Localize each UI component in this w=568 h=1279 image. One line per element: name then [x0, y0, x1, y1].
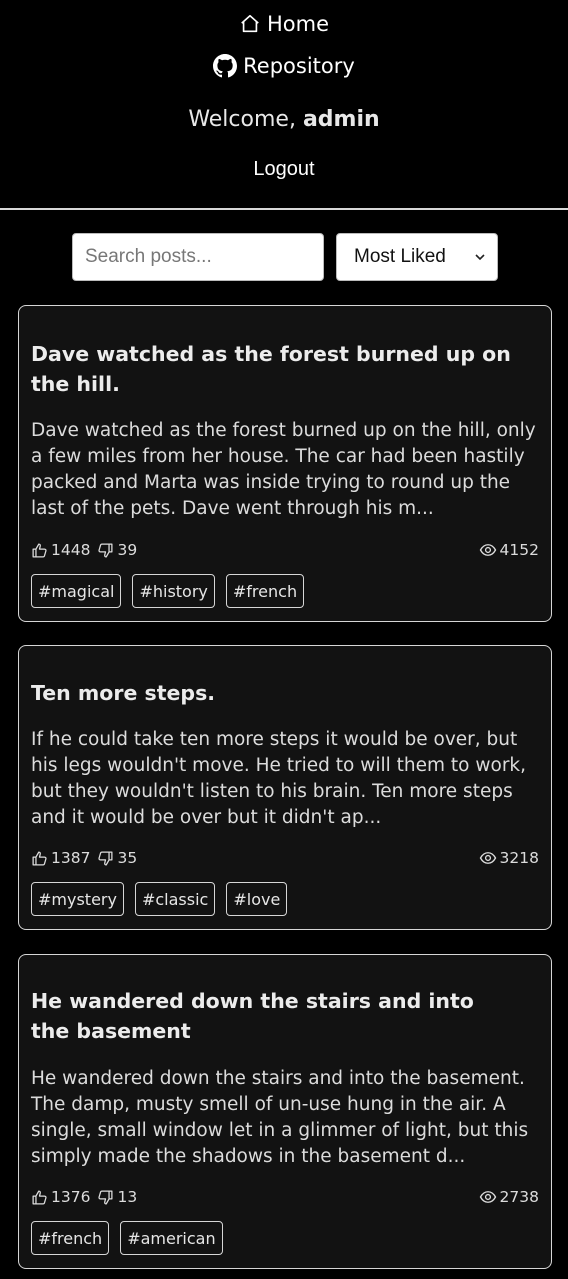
eye-icon: [479, 1191, 496, 1203]
username: admin: [302, 107, 380, 132]
eye-icon: [479, 852, 496, 864]
thumbs-down-icon[interactable]: [97, 1189, 114, 1206]
post-controls: Most Liked: [72, 233, 498, 281]
post-tags: #magical #history #french: [31, 574, 305, 608]
sort-select[interactable]: Most Liked: [336, 233, 498, 281]
post-card[interactable]: He wandered down the stairs and into the…: [18, 954, 552, 1269]
tag-chip[interactable]: #american: [120, 1221, 223, 1255]
thumbs-down-icon[interactable]: [97, 850, 114, 867]
tag-chip[interactable]: #classic: [134, 882, 216, 916]
post-stats: 1448 39 4152: [31, 541, 539, 559]
view-count: 4152: [499, 541, 539, 559]
post-card[interactable]: Dave watched as the forest burned up on …: [18, 305, 552, 622]
post-tags: #french #american: [31, 1221, 223, 1255]
view-count: 2738: [499, 1188, 539, 1206]
tag-chip[interactable]: #magical: [31, 574, 122, 608]
tag-chip[interactable]: #french: [225, 574, 305, 608]
search-input[interactable]: [72, 233, 324, 281]
like-count: 1448: [51, 541, 91, 559]
nav-repository-label: Repository: [243, 54, 355, 78]
thumbs-up-icon[interactable]: [31, 542, 48, 559]
logout-button[interactable]: Logout: [0, 158, 568, 181]
like-count: 1387: [51, 849, 91, 867]
post-stats: 1376 13 2738: [31, 1188, 539, 1206]
post-stats: 1387 35 3218: [31, 849, 539, 867]
post-title[interactable]: He wandered down the stairs and into the…: [31, 986, 511, 1046]
tag-chip[interactable]: #love: [226, 882, 288, 916]
post-title[interactable]: Ten more steps.: [31, 678, 511, 708]
nav-home-label: Home: [266, 12, 329, 36]
tag-chip[interactable]: #french: [31, 1221, 110, 1255]
sort-select-value: Most Liked: [354, 246, 446, 267]
view-count: 3218: [499, 849, 539, 867]
chevron-down-icon: [475, 254, 485, 261]
home-icon: [241, 14, 259, 33]
post-excerpt: He wandered down the stairs and into the…: [31, 1068, 529, 1167]
nav-home-link[interactable]: Home: [0, 12, 568, 36]
thumbs-down-icon[interactable]: [97, 542, 114, 559]
dislike-count: 39: [117, 541, 138, 559]
post-tags: #mystery #classic #love: [31, 882, 288, 916]
site-header: Home Repository Welcome, admin Logout: [0, 0, 568, 210]
eye-icon: [479, 544, 496, 556]
tag-chip[interactable]: #mystery: [31, 882, 124, 916]
welcome-message: Welcome, admin: [0, 107, 568, 132]
welcome-prefix: Welcome,: [188, 107, 296, 132]
like-count: 1376: [51, 1188, 91, 1206]
thumbs-up-icon[interactable]: [31, 850, 48, 867]
github-icon: [213, 54, 238, 78]
thumbs-up-icon[interactable]: [31, 1189, 48, 1206]
tag-chip[interactable]: #history: [132, 574, 215, 608]
post-title[interactable]: Dave watched as the forest burned up on …: [31, 339, 511, 399]
post-excerpt: If he could take ten more steps it would…: [31, 729, 527, 828]
post-card[interactable]: Ten more steps. If he could take ten mor…: [18, 645, 552, 930]
post-excerpt: Dave watched as the forest burned up on …: [31, 420, 536, 519]
nav-repository-link[interactable]: Repository: [0, 54, 568, 78]
dislike-count: 13: [117, 1188, 138, 1206]
dislike-count: 35: [117, 849, 138, 867]
